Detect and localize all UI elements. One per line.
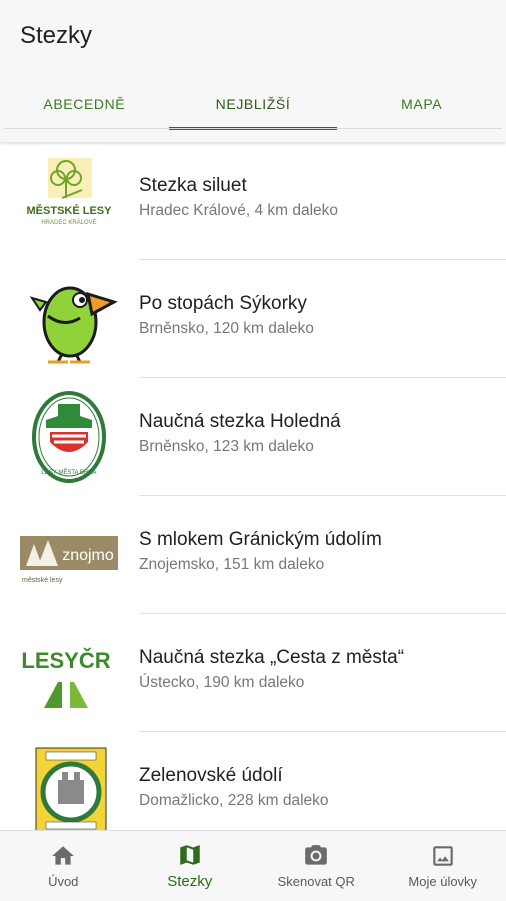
trail-name: Naučná stezka „Cesta z města“: [139, 647, 404, 669]
trail-name: Zelenovské údolí: [139, 765, 283, 787]
list-item[interactable]: MĚSTSKÉ LESY HRADEC KRÁLOVÉ Stezka silue…: [0, 142, 506, 260]
tab-nearest[interactable]: NEJBLIŽŠÍ: [169, 78, 338, 130]
tab-divider: [4, 128, 502, 129]
gallery-icon: [430, 843, 456, 869]
logo-text: LESYČR: [21, 648, 110, 673]
nav-label: Stezky: [167, 873, 212, 890]
list-item[interactable]: LESYČR Naučná stezka „Cesta z města“ Úst…: [0, 614, 506, 732]
mestske-lesy-hk-logo: MĚSTSKÉ LESY HRADEC KRÁLOVÉ: [18, 154, 120, 248]
trail-name: Naučná stezka Holedná: [139, 411, 341, 433]
nav-label: Moje úlovky: [408, 874, 477, 889]
map-icon: [177, 842, 203, 868]
home-icon: [50, 843, 76, 869]
nav-label: Skenovat QR: [278, 874, 355, 889]
logo-subtext: městské lesy: [22, 577, 63, 584]
logo-text: LESY MĚSTA BRNA: [41, 468, 96, 476]
nav-my-catches[interactable]: Moje úlovky: [380, 831, 506, 901]
znojmo-lesy-logo: znojmo městské lesy: [18, 508, 120, 602]
lesy-cr-logo: LESYČR: [18, 626, 120, 720]
nav-scan-qr[interactable]: Skenovat QR: [253, 831, 380, 901]
list-item[interactable]: Po stopách Sýkorky Brněnsko, 120 km dale…: [0, 260, 506, 378]
trail-location: Domažlicko, 228 km daleko: [139, 792, 329, 810]
green-bird-logo: [18, 272, 120, 366]
list-item[interactable]: LESY MĚSTA BRNA Naučná stezka Holedná Br…: [0, 378, 506, 496]
tab-map[interactable]: MAPA: [337, 78, 506, 130]
logo-text: MĚSTSKÉ LESY: [27, 204, 113, 217]
trail-location: Brněnsko, 123 km daleko: [139, 438, 314, 456]
trail-location: Hradec Králové, 4 km daleko: [139, 202, 338, 220]
camera-icon: [303, 843, 329, 869]
nav-trails[interactable]: Stezky: [127, 831, 254, 901]
trail-list: MĚSTSKÉ LESY HRADEC KRÁLOVÉ Stezka silue…: [0, 142, 506, 830]
nav-home[interactable]: Úvod: [0, 831, 127, 901]
bottom-navigation: Úvod Stezky Skenovat QR Moje úlovky: [0, 830, 506, 901]
domazlice-crest-logo: [18, 744, 120, 830]
tab-bar: ABECEDNĚ NEJBLIŽŠÍ MAPA: [0, 78, 506, 130]
nav-label: Úvod: [48, 874, 78, 889]
tab-alphabetical[interactable]: ABECEDNĚ: [0, 78, 169, 130]
app-bar: Stezky ABECEDNĚ NEJBLIŽŠÍ MAPA: [0, 0, 506, 142]
trail-location: Brněnsko, 120 km daleko: [139, 320, 314, 338]
logo-subtext: HRADEC KRÁLOVÉ: [41, 219, 96, 226]
page-title: Stezky: [20, 22, 92, 50]
trail-name: Stezka siluet: [139, 175, 247, 197]
trail-location: Ústecko, 190 km daleko: [139, 674, 304, 692]
lesy-mesta-brna-logo: LESY MĚSTA BRNA: [18, 390, 120, 484]
logo-text: znojmo: [62, 547, 114, 564]
trail-location: Znojemsko, 151 km daleko: [139, 556, 324, 574]
list-item[interactable]: znojmo městské lesy S mlokem Gránickým ú…: [0, 496, 506, 614]
trail-name: Po stopách Sýkorky: [139, 293, 307, 315]
trail-name: S mlokem Gránickým údolím: [139, 529, 382, 551]
list-item[interactable]: Zelenovské údolí Domažlicko, 228 km dale…: [0, 732, 506, 830]
